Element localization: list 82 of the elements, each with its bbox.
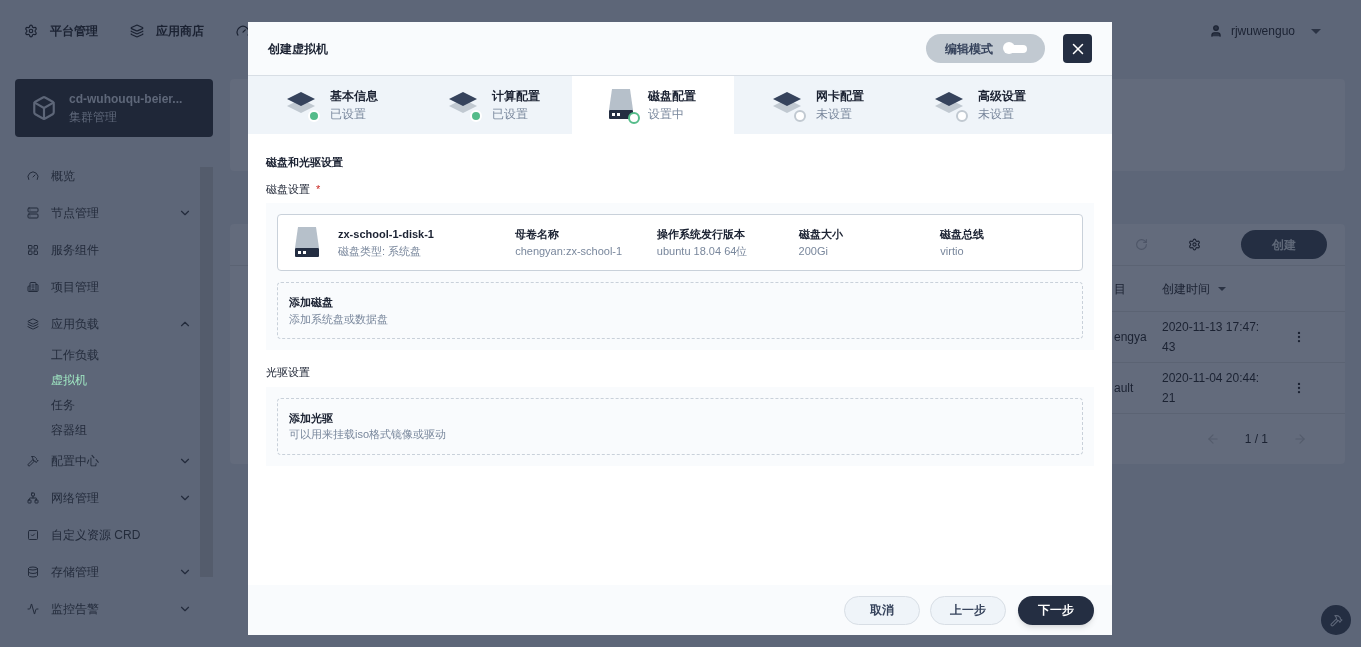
close-button[interactable] (1063, 34, 1092, 63)
step-status: 未设置 (978, 106, 1015, 123)
secondary-button[interactable]: 上一步 (930, 595, 1006, 625)
cluster-subtitle: 集群管理 (69, 109, 118, 126)
table-cell-text: 2020-11-04 20:44: 21 (1162, 370, 1261, 407)
create-button[interactable]: 创建 (1241, 230, 1327, 259)
step-title: 基本信息 (330, 88, 378, 105)
step-status: 设置中 (648, 106, 685, 123)
column-header[interactable]: 创建时间 (1162, 279, 1226, 298)
field-value: chengyan:zx-school-1 (515, 243, 624, 259)
field-label: 磁盘设置 (266, 181, 310, 197)
add-title: 添加磁盘 (289, 295, 334, 310)
field-title: 操作系统发行版本 (656, 227, 746, 242)
field-title: 母卷名称 (515, 227, 561, 242)
step-status: 已设置 (492, 106, 529, 123)
step-status: 未设置 (816, 106, 853, 123)
username: rjwuwenguo (1230, 23, 1295, 40)
column-header: 目 (1113, 280, 1127, 298)
step-tab[interactable]: 高级设置 未设置 (896, 76, 1058, 134)
cube-icon (31, 95, 57, 121)
activity-icon (27, 602, 39, 615)
field-value: virtio (940, 243, 965, 259)
caret-icon (1218, 286, 1226, 291)
sidebar-subitem[interactable]: 任务 (15, 392, 200, 417)
layers-icon (130, 24, 144, 38)
layers-icon (27, 317, 39, 330)
add-disk-area[interactable]: 添加磁盘 添加系统盘或数据盘 (277, 282, 1083, 339)
gauge-icon (236, 24, 250, 38)
step-tab[interactable]: 网卡配置 未设置 (734, 76, 896, 134)
grid-icon (27, 243, 39, 256)
add-description: 可以用来挂载iso格式镜像或驱动 (289, 427, 448, 442)
required-mark: * (316, 181, 321, 197)
step-tab[interactable]: 基本信息 已设置 (248, 76, 410, 134)
secondary-button[interactable]: 取消 (844, 595, 920, 625)
step-tab[interactable]: 磁盘配置 设置中 (572, 76, 734, 134)
field-value: ubuntu 18.04 64位 (656, 243, 749, 259)
add-cdrom-area[interactable]: 添加光驱 可以用来挂载iso格式镜像或驱动 (277, 397, 1083, 455)
hammer-icon (27, 454, 39, 467)
table-cell-text: 2020-11-13 17:47: 43 (1162, 319, 1261, 356)
step-title: 磁盘配置 (648, 88, 696, 105)
cluster-card[interactable]: cd-wuhouqu-beier... 集群管理 (15, 79, 213, 137)
sidebar-subitem[interactable]: 虚拟机 (15, 367, 200, 392)
next-button[interactable]: 下一步 (1018, 595, 1094, 625)
gear-icon (24, 24, 38, 38)
field-title: 磁盘总线 (940, 227, 986, 242)
field-label: 光驱设置 (266, 365, 311, 380)
sidebar-item[interactable]: 应用负载 (15, 305, 200, 342)
table-cell-text: ault (1113, 380, 1135, 397)
add-title: 添加光驱 (289, 410, 334, 426)
square-check-icon (27, 528, 39, 541)
database-icon (27, 565, 39, 578)
disk-type: 磁盘类型: 系统盘 (338, 243, 423, 259)
disk-card[interactable]: zx-school-1-disk-1 磁盘类型: 系统盘 母卷名称 chengyan:zx-school-1 操作系统发行版本 ubuntu 18.04 64位 磁盘大小 200Gi 磁盘总线 virtio (277, 214, 1083, 271)
hammer-icon (1329, 613, 1343, 627)
dialog-title: 创建虚拟机 (268, 40, 329, 58)
gauge-icon (27, 169, 39, 182)
cluster-name: cd-wuhouqu-beier... (69, 91, 183, 108)
pagination-text: 1 / 1 (1244, 431, 1268, 448)
field-title: 磁盘大小 (798, 227, 844, 242)
sidebar-item[interactable]: 概览 (15, 157, 200, 194)
section-title: 磁盘和光驱设置 (266, 155, 344, 170)
step-status: 已设置 (330, 106, 367, 123)
disk-name: zx-school-1-disk-1 (338, 227, 435, 242)
nav-link[interactable]: 应用商店 (130, 22, 204, 40)
nav-link[interactable]: 平台管理 (24, 22, 98, 40)
disk-icon (294, 225, 322, 260)
user-icon (1208, 24, 1223, 38)
add-description: 添加系统盘或数据盘 (289, 311, 389, 327)
sidebar-subitem[interactable]: 工作负载 (15, 342, 200, 367)
server-icon (27, 206, 39, 219)
step-title: 网卡配置 (816, 88, 864, 105)
settings-icon[interactable] (1188, 238, 1201, 251)
step-tab[interactable]: 计算配置 已设置 (410, 76, 572, 134)
step-title: 计算配置 (492, 88, 540, 105)
network-icon (27, 491, 39, 504)
table-cell-text: engya (1113, 329, 1148, 346)
edit-mode-toggle[interactable]: 编辑模式 (926, 34, 1045, 63)
field-value: 200Gi (798, 243, 829, 259)
step-title: 高级设置 (978, 88, 1026, 105)
building-icon (27, 280, 39, 293)
tool-button[interactable] (1321, 605, 1351, 635)
caret-icon[interactable] (1311, 28, 1321, 34)
